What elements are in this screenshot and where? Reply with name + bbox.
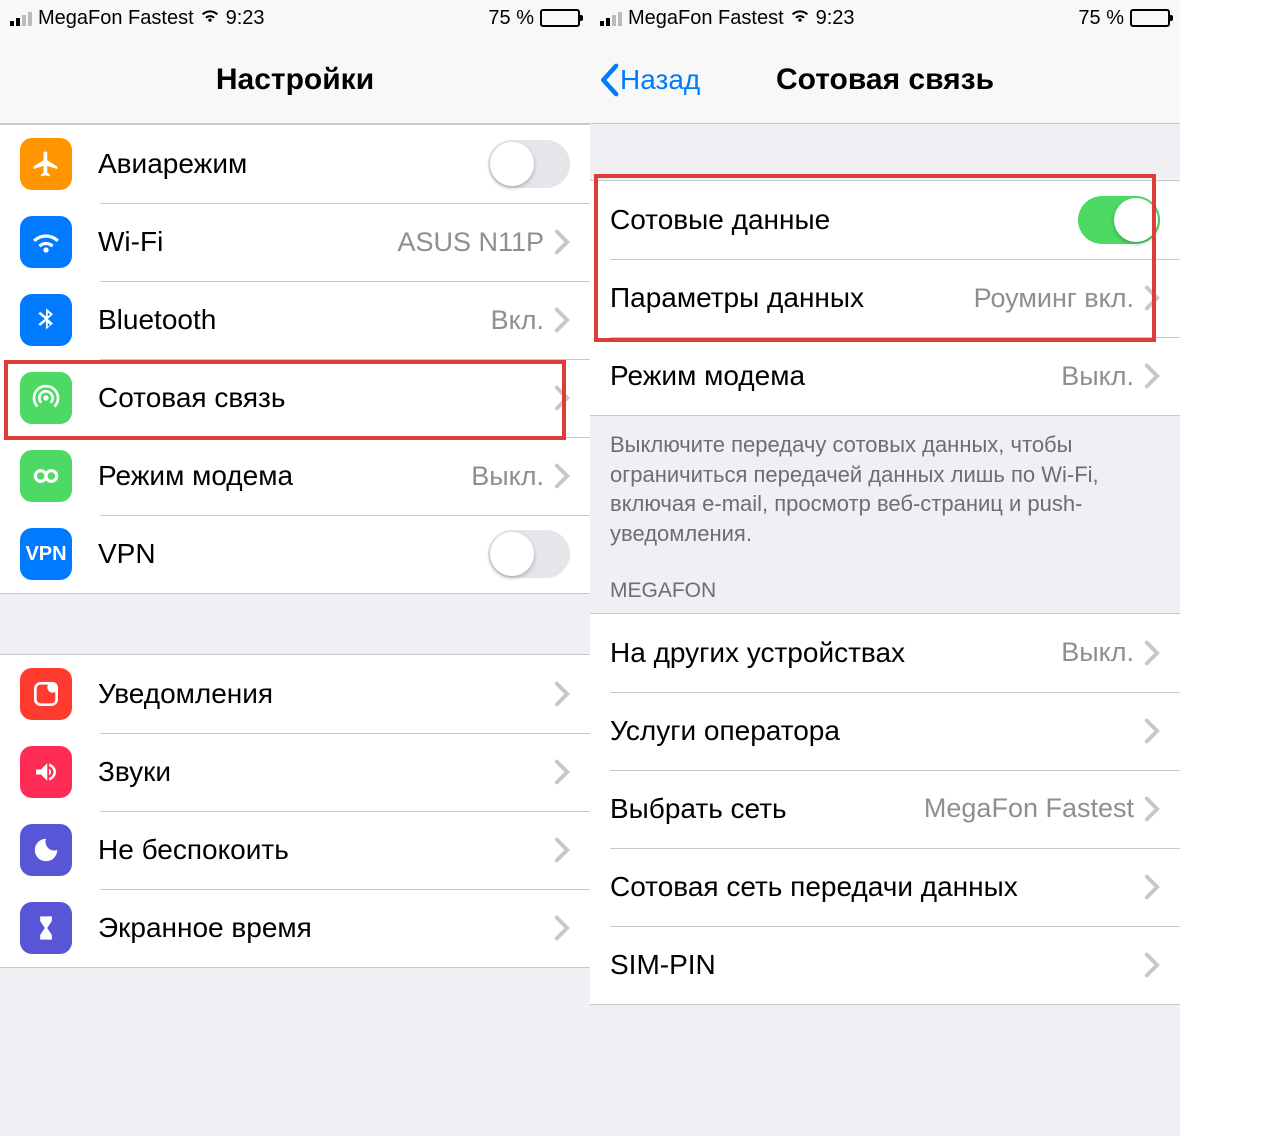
signal-icon	[10, 10, 32, 26]
hotspot-icon	[20, 450, 72, 502]
row-label: Параметры данных	[610, 282, 864, 314]
row-wifi[interactable]: Wi-Fi ASUS N11P	[0, 203, 590, 281]
row-label: Авиарежим	[98, 148, 247, 180]
row-airplane[interactable]: Авиарежим	[0, 125, 590, 203]
row-label: Звуки	[98, 756, 171, 788]
row-data-options[interactable]: Параметры данных Роуминг вкл.	[590, 259, 1180, 337]
row-value: Выкл.	[1061, 637, 1134, 668]
carrier-section-header: MEGAFON	[590, 563, 1180, 613]
chevron-right-icon	[1144, 874, 1160, 900]
row-sim-pin[interactable]: SIM-PIN	[590, 926, 1180, 1004]
row-label: Сотовые данные	[610, 204, 830, 236]
row-hotspot[interactable]: Режим модема Выкл.	[0, 437, 590, 515]
cellular-data-group: Сотовые данные Параметры данных Роуминг …	[590, 180, 1180, 416]
back-label: Назад	[620, 64, 700, 96]
chevron-right-icon	[1144, 640, 1160, 666]
row-label: Сотовая связь	[98, 382, 285, 414]
row-value: MegaFon Fastest	[924, 793, 1134, 824]
row-hotspot[interactable]: Режим модема Выкл.	[590, 337, 1180, 415]
status-bar: MegaFon Fastest 9:23 75 %	[590, 0, 1180, 36]
row-sounds[interactable]: Звуки	[0, 733, 590, 811]
row-label: На других устройствах	[610, 637, 905, 669]
status-time: 9:23	[816, 7, 855, 30]
row-label: Экранное время	[98, 912, 312, 944]
row-notifications[interactable]: Уведомления	[0, 655, 590, 733]
notifications-icon	[20, 668, 72, 720]
row-dnd[interactable]: Не беспокоить	[0, 811, 590, 889]
cellular-footer-text: Выключите передачу сотовых данных, чтобы…	[590, 416, 1180, 563]
status-time: 9:23	[226, 7, 265, 30]
chevron-right-icon	[554, 681, 570, 707]
nav-header: Назад Сотовая связь	[590, 36, 1180, 124]
cellular-icon	[20, 372, 72, 424]
chevron-right-icon	[554, 837, 570, 863]
battery-percent: 75 %	[488, 7, 534, 30]
row-label: SIM-PIN	[610, 949, 716, 981]
row-apn[interactable]: Сотовая сеть передачи данных	[590, 848, 1180, 926]
bluetooth-icon	[20, 294, 72, 346]
row-label: Не беспокоить	[98, 834, 289, 866]
chevron-right-icon	[1144, 718, 1160, 744]
row-cellular[interactable]: Сотовая связь	[0, 359, 590, 437]
row-label: Режим модема	[98, 460, 293, 492]
settings-screen: MegaFon Fastest 9:23 75 % Настройки Авиа…	[0, 0, 590, 1136]
row-other-devices[interactable]: На других устройствах Выкл.	[590, 614, 1180, 692]
chevron-right-icon	[554, 463, 570, 489]
row-value: ASUS N11P	[397, 227, 544, 258]
row-label: Wi-Fi	[98, 226, 163, 258]
row-label: Сотовая сеть передачи данных	[610, 871, 1018, 903]
row-label: Услуги оператора	[610, 715, 840, 747]
carrier-group: На других устройствах Выкл. Услуги опера…	[590, 613, 1180, 1005]
row-value: Выкл.	[1061, 361, 1134, 392]
row-label: Bluetooth	[98, 304, 216, 336]
row-cellular-data[interactable]: Сотовые данные	[590, 181, 1180, 259]
chevron-right-icon	[1144, 952, 1160, 978]
wifi-icon	[200, 7, 220, 30]
sounds-icon	[20, 746, 72, 798]
row-label: Выбрать сеть	[610, 793, 787, 825]
battery-icon	[1130, 9, 1170, 27]
chevron-right-icon	[554, 229, 570, 255]
row-carrier-services[interactable]: Услуги оператора	[590, 692, 1180, 770]
signal-icon	[600, 10, 622, 26]
chevron-right-icon	[554, 385, 570, 411]
chevron-right-icon	[1144, 796, 1160, 822]
row-value: Выкл.	[471, 461, 544, 492]
battery-icon	[540, 9, 580, 27]
row-select-network[interactable]: Выбрать сеть MegaFon Fastest	[590, 770, 1180, 848]
page-title: Сотовая связь	[776, 63, 994, 97]
nav-header: Настройки	[0, 36, 590, 124]
page-title: Настройки	[216, 63, 374, 97]
row-bluetooth[interactable]: Bluetooth Вкл.	[0, 281, 590, 359]
row-value: Роуминг вкл.	[974, 283, 1134, 314]
battery-percent: 75 %	[1078, 7, 1124, 30]
carrier-label: MegaFon Fastest	[38, 7, 194, 30]
settings-group-connectivity: Авиарежим Wi-Fi ASUS N11P Bluetooth	[0, 124, 590, 594]
chevron-right-icon	[1144, 285, 1160, 311]
chevron-right-icon	[554, 915, 570, 941]
screentime-icon	[20, 902, 72, 954]
chevron-right-icon	[554, 759, 570, 785]
chevron-right-icon	[1144, 363, 1160, 389]
row-label: Режим модема	[610, 360, 805, 392]
vpn-toggle[interactable]	[488, 530, 570, 578]
vpn-icon: VPN	[20, 528, 72, 580]
cellular-data-toggle[interactable]	[1078, 196, 1160, 244]
chevron-right-icon	[554, 307, 570, 333]
carrier-label: MegaFon Fastest	[628, 7, 784, 30]
wifi-icon	[20, 216, 72, 268]
row-screentime[interactable]: Экранное время	[0, 889, 590, 967]
row-label: VPN	[98, 538, 156, 570]
dnd-icon	[20, 824, 72, 876]
row-vpn[interactable]: VPN VPN	[0, 515, 590, 593]
cellular-screen: MegaFon Fastest 9:23 75 % Назад Сотовая …	[590, 0, 1180, 1136]
back-button[interactable]: Назад	[598, 63, 700, 97]
wifi-icon	[790, 7, 810, 30]
status-bar: MegaFon Fastest 9:23 75 %	[0, 0, 590, 36]
settings-group-alerts: Уведомления Звуки Не беспокоить	[0, 654, 590, 968]
airplane-toggle[interactable]	[488, 140, 570, 188]
row-label: Уведомления	[98, 678, 273, 710]
airplane-icon	[20, 138, 72, 190]
row-value: Вкл.	[491, 305, 544, 336]
